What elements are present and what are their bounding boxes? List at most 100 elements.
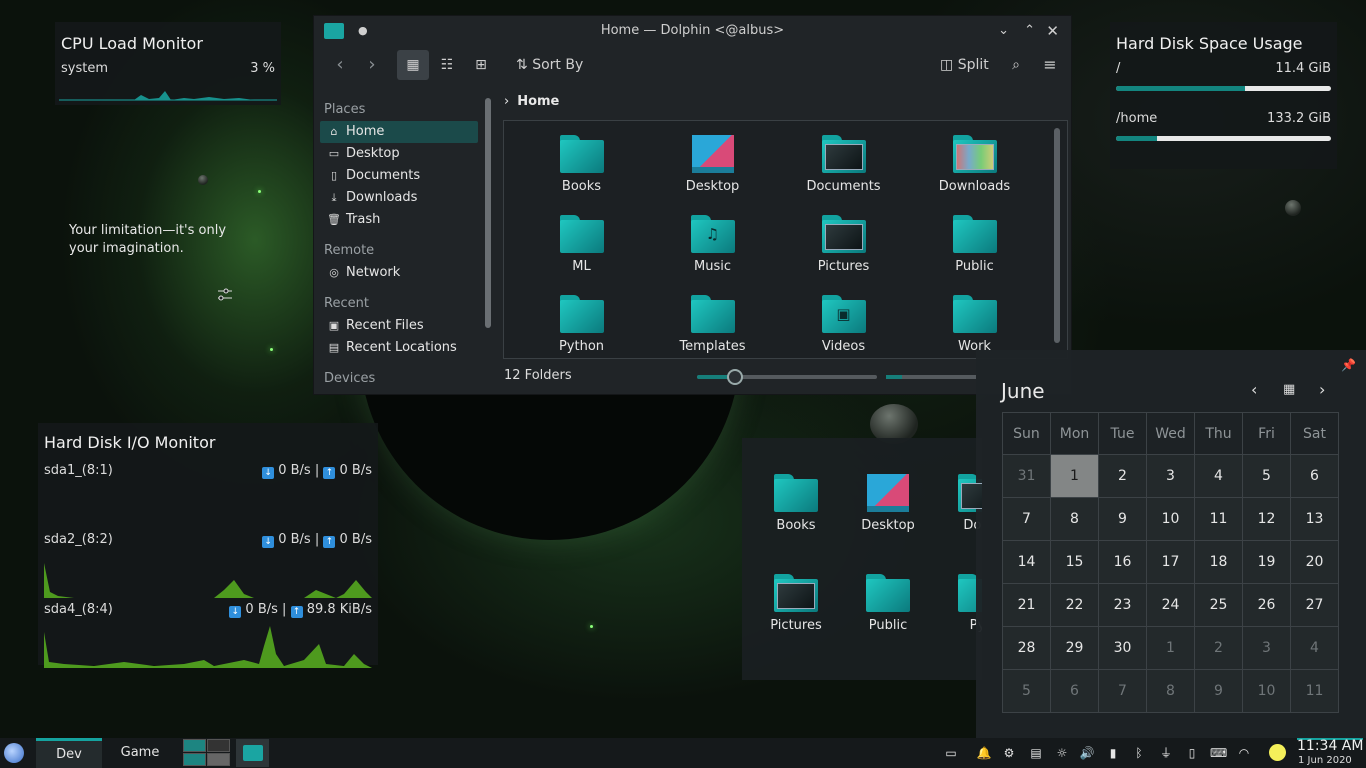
screen-icon[interactable]: ▭ <box>943 745 959 761</box>
folder-item[interactable]: ▣ Videos <box>778 289 909 358</box>
calendar-day[interactable]: 28 <box>1002 626 1051 670</box>
calendar-day[interactable]: 3 <box>1146 454 1195 498</box>
back-icon[interactable]: ‹ <box>324 50 356 80</box>
calendar-day[interactable]: 2 <box>1194 626 1243 670</box>
calendar-day[interactable]: 8 <box>1146 669 1195 713</box>
zoom-slider[interactable] <box>697 369 877 385</box>
calendar-day[interactable]: 27 <box>1290 583 1339 627</box>
calendar-day[interactable]: 11 <box>1194 497 1243 541</box>
folder-item[interactable]: Work <box>909 289 1040 358</box>
activity-game[interactable]: Game <box>106 738 174 768</box>
pin-dot-icon[interactable]: ● <box>358 16 368 46</box>
activity-dev[interactable]: Dev <box>36 738 102 768</box>
minimize-icon[interactable]: ⌄ <box>998 16 1009 46</box>
sidebar-item-recent-files[interactable]: ▣ Recent Files <box>320 315 478 337</box>
sidebar-item-recent-locations[interactable]: ▤ Recent Locations <box>320 337 478 359</box>
battery-icon[interactable]: ▮ <box>1105 745 1121 761</box>
folder-item[interactable]: Docu <box>934 468 982 568</box>
folder-item[interactable]: Python <box>516 289 647 358</box>
calendar-day[interactable]: 31 <box>1002 454 1051 498</box>
calendar-day[interactable]: 4 <box>1194 454 1243 498</box>
sidebar-item-home[interactable]: ⌂ Home <box>320 121 478 143</box>
folder-item[interactable]: Pictures <box>778 209 909 289</box>
file-view[interactable]: Books Desktop Documents Downloads ML ♫ Mu… <box>503 120 1068 359</box>
calendar-day[interactable]: 29 <box>1050 626 1099 670</box>
maximize-icon[interactable]: ⌃ <box>1024 16 1035 46</box>
clipboard-icon[interactable]: ▤ <box>1028 745 1044 761</box>
folder-item[interactable]: Documents <box>778 129 909 209</box>
calendar-day[interactable]: 17 <box>1146 540 1195 584</box>
clock-date[interactable]: 1 Jun 2020 <box>1298 755 1352 766</box>
calendar-day[interactable]: 26 <box>1242 583 1291 627</box>
calendar-day[interactable]: 7 <box>1098 669 1147 713</box>
phone-icon[interactable]: ▯ <box>1184 745 1200 761</box>
icons-view-icon[interactable]: ▦ <box>397 50 429 80</box>
virtual-desktop-pager[interactable] <box>183 739 231 767</box>
details-view-icon[interactable]: ⊞ <box>465 50 497 80</box>
usb-icon[interactable]: ⏚ <box>1158 745 1174 761</box>
sidebar-scrollbar[interactable] <box>485 98 491 328</box>
folder-item[interactable]: Templates <box>647 289 778 358</box>
folder-item[interactable]: Desktop <box>842 468 934 568</box>
calendar-day[interactable]: 11 <box>1290 669 1339 713</box>
folder-item[interactable]: ML <box>516 209 647 289</box>
breadcrumb[interactable]: › Home <box>504 94 559 109</box>
view-scrollbar[interactable] <box>1054 128 1060 343</box>
split-button[interactable]: ◫ Split <box>940 50 989 80</box>
calendar-day[interactable]: 30 <box>1098 626 1147 670</box>
folder-item[interactable]: Public <box>842 568 934 668</box>
notifications-icon[interactable]: 🔔 <box>976 745 992 761</box>
folder-item[interactable]: ♫ Music <box>647 209 778 289</box>
sidebar-item-desktop[interactable]: ▭ Desktop <box>320 143 478 165</box>
calendar-day[interactable]: 10 <box>1242 669 1291 713</box>
search-icon[interactable]: ⌕ <box>1000 50 1032 80</box>
hamburger-menu-icon[interactable]: ≡ <box>1034 50 1066 80</box>
pin-icon[interactable]: 📌 <box>1341 358 1356 372</box>
volume-icon[interactable]: 🔊 <box>1079 745 1095 761</box>
calendar-day[interactable]: 16 <box>1098 540 1147 584</box>
calendar-day[interactable]: 19 <box>1242 540 1291 584</box>
calendar-day[interactable]: 13 <box>1290 497 1339 541</box>
window-titlebar[interactable]: ● Home — Dolphin <@albus> ⌄ ⌃ ✕ <box>314 16 1071 46</box>
zoom-slider-handle[interactable] <box>727 369 743 385</box>
calendar-day[interactable]: 21 <box>1002 583 1051 627</box>
calendar-day[interactable]: 23 <box>1098 583 1147 627</box>
clock-time[interactable]: 11:34 AM <box>1297 738 1363 754</box>
folder-item[interactable]: Pictures <box>750 568 842 668</box>
calendar-day[interactable]: 9 <box>1194 669 1243 713</box>
folder-item[interactable]: Public <box>909 209 1040 289</box>
folder-item[interactable]: Downloads <box>909 129 1040 209</box>
calendar-day[interactable]: 20 <box>1290 540 1339 584</box>
calendar-day[interactable]: 14 <box>1002 540 1051 584</box>
calendar-day[interactable]: 25 <box>1194 583 1243 627</box>
previous-month-icon[interactable]: ‹ <box>1251 380 1257 399</box>
calendar-day[interactable]: 6 <box>1050 669 1099 713</box>
calendar-day[interactable]: 12 <box>1242 497 1291 541</box>
next-month-icon[interactable]: › <box>1319 380 1325 399</box>
sidebar-item-documents[interactable]: ▯ Documents <box>320 165 478 187</box>
widget-settings-icon[interactable] <box>216 286 234 304</box>
night-color-icon[interactable] <box>1269 744 1286 761</box>
calendar-day[interactable]: 5 <box>1002 669 1051 713</box>
folder-item[interactable]: Books <box>750 468 842 568</box>
sidebar-item-downloads[interactable]: ⤓ Downloads <box>320 187 478 209</box>
calendar-day[interactable]: 9 <box>1098 497 1147 541</box>
calendar-day[interactable]: 4 <box>1290 626 1339 670</box>
calendar-day[interactable]: 5 <box>1242 454 1291 498</box>
calendar-day[interactable]: 3 <box>1242 626 1291 670</box>
calendar-day[interactable]: 7 <box>1002 497 1051 541</box>
folder-item[interactable]: Desktop <box>647 129 778 209</box>
sort-by-button[interactable]: ⇅ Sort By <box>516 50 583 80</box>
calendar-day[interactable]: 6 <box>1290 454 1339 498</box>
kde-connect-icon[interactable]: ⚙ <box>1001 745 1017 761</box>
compact-view-icon[interactable]: ☷ <box>431 50 463 80</box>
forward-icon[interactable]: › <box>356 50 388 80</box>
task-dolphin[interactable] <box>236 739 269 767</box>
calendar-day[interactable]: 18 <box>1194 540 1243 584</box>
folder-item[interactable]: Books <box>516 129 647 209</box>
calendar-day[interactable]: 10 <box>1146 497 1195 541</box>
calendar-day-today[interactable]: 1 <box>1050 454 1099 498</box>
calendar-day[interactable]: 15 <box>1050 540 1099 584</box>
calendar-day[interactable]: 8 <box>1050 497 1099 541</box>
calendar-day[interactable]: 22 <box>1050 583 1099 627</box>
